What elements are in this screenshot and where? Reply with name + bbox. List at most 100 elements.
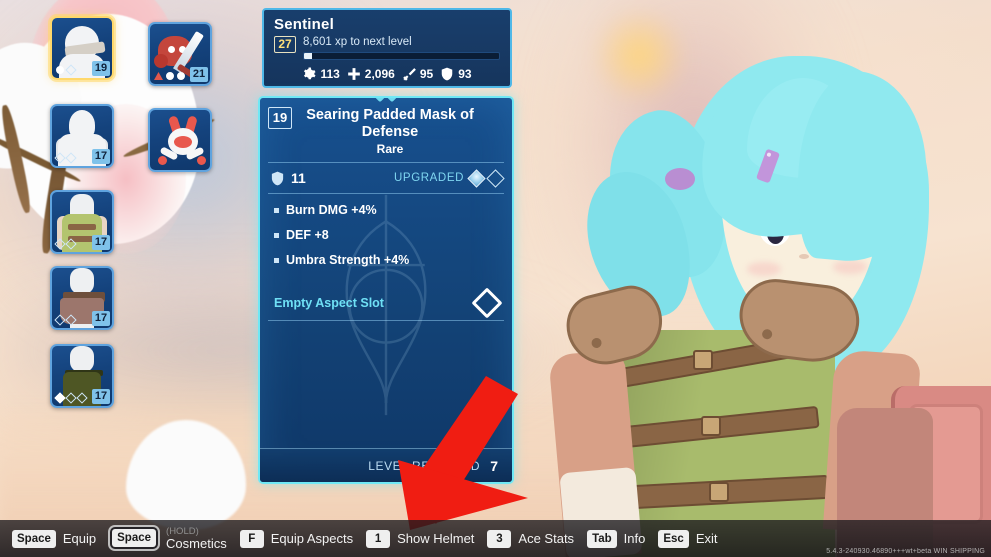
character-name: Sentinel bbox=[274, 16, 334, 33]
inventory-slot-weapon[interactable]: 21 bbox=[148, 22, 212, 86]
keycap-1: 1 bbox=[366, 529, 391, 548]
inventory-slot-pants[interactable]: 17 bbox=[50, 344, 114, 408]
bullet-icon bbox=[274, 207, 279, 213]
slot-level-badge: 17 bbox=[92, 389, 110, 404]
xp-progress-fill bbox=[304, 53, 312, 59]
slot-gem-indicators bbox=[54, 392, 88, 404]
hint-label-show-helmet: Show Helmet bbox=[397, 531, 475, 546]
item-title: Searing Padded Mask of Defense bbox=[306, 107, 474, 140]
pauldron-stud bbox=[761, 328, 773, 340]
inventory-slot-skirt[interactable]: 17 bbox=[50, 266, 114, 330]
equipment-slot-column: 19 21 17 17 17 17 bbox=[0, 0, 250, 520]
gear-icon bbox=[304, 67, 316, 80]
gem-round bbox=[56, 66, 64, 74]
character-level-badge: 27 bbox=[274, 36, 296, 53]
gem-diamond bbox=[65, 64, 77, 76]
hint-label-equip: Equip bbox=[62, 531, 97, 546]
inventory-slot-pet[interactable] bbox=[148, 108, 212, 172]
character-stat-panel: Sentinel 27 8,601 xp to next level 113 2… bbox=[262, 8, 512, 88]
slot-level-badge: 17 bbox=[92, 235, 110, 250]
character-model bbox=[548, 0, 991, 557]
slot-gem-indicators bbox=[54, 314, 77, 326]
inventory-slot-shirt[interactable]: 17 bbox=[50, 104, 114, 168]
inventory-slot-helmet[interactable]: 19 bbox=[50, 16, 114, 80]
upgrade-gem-empty bbox=[486, 168, 505, 188]
item-level-badge: 19 bbox=[268, 107, 292, 129]
stat-attack-value: 95 bbox=[419, 67, 434, 81]
keycap-f: F bbox=[239, 529, 264, 548]
bullet-icon bbox=[274, 257, 279, 263]
keycap-space: Space bbox=[12, 529, 56, 548]
item-perk: Umbra Strength +4% bbox=[274, 253, 498, 267]
stat-attack: 95 bbox=[402, 67, 433, 81]
gem-round bbox=[177, 72, 185, 80]
sword-icon bbox=[402, 68, 416, 81]
keycap-tab: Tab bbox=[587, 529, 617, 548]
stat-health: 2,096 bbox=[347, 67, 395, 81]
item-level-requirement: LEVEL REQUIRED 7 bbox=[260, 448, 512, 482]
hint-label-info: Info bbox=[623, 531, 646, 546]
aspect-slot-label: Empty Aspect Slot bbox=[274, 296, 384, 310]
hint-label-ace-stats: Ace Stats bbox=[518, 531, 575, 546]
item-perk: DEF +8 bbox=[274, 228, 498, 242]
level-required-label: LEVEL REQUIRED bbox=[368, 458, 481, 473]
hint-label-exit: Exit bbox=[695, 531, 718, 546]
slot-level-badge: 17 bbox=[92, 149, 110, 164]
slot-gem-indicators bbox=[154, 72, 185, 80]
hint-show-helmet[interactable]: 1 Show Helmet bbox=[366, 529, 475, 548]
bullet-icon bbox=[274, 232, 279, 238]
item-detail-card: 19 Searing Padded Mask of Defense Rare 1… bbox=[258, 96, 514, 484]
item-rarity: Rare bbox=[376, 142, 404, 156]
hint-cosmetics[interactable]: Space (HOLD) Cosmetics bbox=[109, 526, 227, 551]
stat-defense-value: 93 bbox=[458, 67, 472, 81]
gem-diamond bbox=[76, 392, 88, 404]
stat-health-value: 2,096 bbox=[364, 67, 395, 81]
character-blush bbox=[747, 262, 781, 276]
character-armor-buckle bbox=[709, 482, 729, 502]
inventory-slot-vest[interactable]: 17 bbox=[50, 190, 114, 254]
gem-diamond-filled bbox=[54, 392, 66, 404]
level-required-value: 7 bbox=[490, 457, 498, 474]
upgrade-gem-filled bbox=[467, 168, 486, 188]
hint-exit[interactable]: Esc Exit bbox=[658, 529, 718, 548]
hint-ace-stats[interactable]: 3 Ace Stats bbox=[487, 529, 575, 548]
gem-diamond bbox=[65, 238, 77, 250]
hint-equip-aspects[interactable]: F Equip Aspects bbox=[239, 529, 353, 548]
gem-diamond bbox=[65, 314, 77, 326]
stat-defense: 93 bbox=[440, 67, 472, 81]
slot-level-badge: 21 bbox=[190, 67, 208, 82]
xp-progress-bar bbox=[303, 52, 500, 60]
pauldron-stud bbox=[590, 336, 603, 350]
character-stat-row: 113 2,096 95 93 bbox=[274, 67, 500, 81]
keycap-space-hold: Space bbox=[112, 529, 157, 548]
item-perk-text: Umbra Strength +4% bbox=[286, 253, 410, 267]
gem-diamond bbox=[54, 238, 66, 250]
slot-gem-indicators bbox=[54, 152, 77, 164]
build-version-text: 5.4.3-240930.46890+++wt+beta WIN SHIPPIN… bbox=[826, 548, 985, 555]
aspect-diamond-icon bbox=[471, 287, 503, 319]
gem-diamond bbox=[54, 314, 66, 326]
character-blush bbox=[833, 260, 867, 274]
xp-to-next-level-text: 8,601 xp to next level bbox=[303, 36, 412, 48]
keycap-3: 3 bbox=[487, 529, 512, 548]
stat-gear-value: 113 bbox=[320, 67, 340, 81]
slot-level-badge: 17 bbox=[92, 311, 110, 326]
character-armor-buckle bbox=[701, 416, 721, 436]
slot-level-badge: 19 bbox=[92, 61, 110, 76]
item-defense-value: 11 bbox=[291, 170, 306, 186]
shield-icon bbox=[271, 171, 284, 185]
keycap-esc: Esc bbox=[658, 529, 689, 548]
upgraded-label: UPGRADED bbox=[394, 172, 464, 184]
shield-icon bbox=[441, 67, 453, 81]
stat-gear: 113 bbox=[302, 67, 340, 81]
item-perk: Burn DMG +4% bbox=[274, 203, 498, 217]
gem-diamond bbox=[54, 152, 66, 164]
slot-gem-indicators bbox=[56, 64, 77, 76]
item-aspect-slot[interactable]: Empty Aspect Slot bbox=[260, 284, 512, 320]
pet-icon bbox=[150, 110, 210, 170]
health-cross-icon bbox=[347, 68, 360, 80]
character-armor-buckle bbox=[693, 350, 713, 370]
character-nose bbox=[799, 254, 809, 259]
hint-equip[interactable]: Space Equip bbox=[12, 529, 97, 548]
hint-info[interactable]: Tab Info bbox=[587, 529, 646, 548]
